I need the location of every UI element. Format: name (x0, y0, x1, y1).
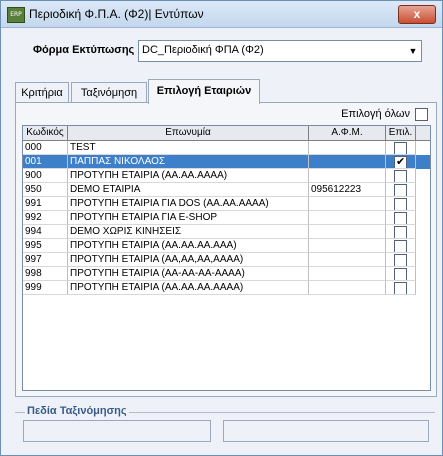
print-form-value: DC_Περιοδική ΦΠΑ (Φ2) (142, 44, 264, 56)
grid-header: Κωδικός Επωνυμία Α.Φ.Μ. Επιλ. (23, 126, 430, 141)
cell-code: 001 (23, 155, 68, 169)
row-checkbox[interactable] (394, 282, 407, 294)
cell-afm (309, 267, 386, 281)
sort-field-1[interactable] (23, 420, 211, 442)
cell-name: DEMO ΕΤΑΙΡΙΑ (68, 183, 309, 197)
row-checkbox[interactable] (394, 170, 407, 182)
cell-name: ΠΡΟΤΥΠΗ ΕΤΑΙΡΙΑ (ΑΑ.ΑΑ.ΑΑ.ΑΑΑΑ) (68, 281, 309, 295)
cell-select (386, 225, 416, 239)
cell-select (386, 239, 416, 253)
company-selection-panel: Επιλογή όλων Κωδικός Επωνυμία Α.Φ.Μ. Επι… (15, 102, 437, 397)
table-row[interactable]: 900 ΠΡΟΤΥΠΗ ΕΤΑΙΡΙΑ (ΑΑ.ΑΑ.ΑΑΑΑ) (23, 169, 430, 183)
table-row[interactable]: 995 ΠΡΟΤΥΠΗ ΕΤΑΙΡΙΑ (ΑΑ.ΑΑ.ΑΑ.ΑΑΑ) (23, 239, 430, 253)
select-all-checkbox[interactable] (415, 108, 428, 121)
cell-code: 991 (23, 197, 68, 211)
chevron-down-icon[interactable]: ▼ (405, 41, 421, 61)
cell-code: 992 (23, 211, 68, 225)
print-form-label: Φόρμα Εκτύπωσης (33, 44, 135, 56)
cell-code: 995 (23, 239, 68, 253)
table-row[interactable]: 997 ΠΡΟΤΥΠΗ ΕΤΑΙΡΙΑ (ΑΑ,ΑΑ,ΑΑ,ΑΑΑΑ) (23, 253, 430, 267)
cell-select (386, 211, 416, 225)
cell-afm: 095612223 (309, 183, 386, 197)
cell-afm (309, 169, 386, 183)
cell-afm (309, 225, 386, 239)
table-row[interactable]: 991 ΠΡΟΤΥΠΗ ΕΤΑΙΡΙΑ ΓΙΑ DOS (ΑΑ.ΑΑ.ΑΑΑΑ) (23, 197, 430, 211)
print-form-combo[interactable]: DC_Περιοδική ΦΠΑ (Φ2) ▼ (138, 40, 422, 62)
companies-grid: Κωδικός Επωνυμία Α.Φ.Μ. Επιλ. 000 TEST 001… (22, 125, 431, 391)
cell-name: ΠΡΟΤΥΠΗ ΕΤΑΙΡΙΑ ΓΙΑ E-SHOP (68, 211, 309, 225)
cell-name: ΠΑΠΠΑΣ ΝΙΚΟΛΑΟΣ (68, 155, 309, 169)
cell-code: 000 (23, 141, 68, 155)
cell-code: 997 (23, 253, 68, 267)
row-checkbox[interactable] (394, 212, 407, 224)
cell-afm (309, 253, 386, 267)
cell-name: ΠΡΟΤΥΠΗ ΕΤΑΙΡΙΑ (ΑΑ-ΑΑ-ΑΑ-ΑΑΑΑ) (68, 267, 309, 281)
close-button[interactable]: x (398, 5, 436, 24)
column-header-afm[interactable]: Α.Φ.Μ. (309, 126, 386, 140)
row-checkbox[interactable] (394, 142, 407, 154)
table-row[interactable]: 994 DEMO ΧΩΡΙΣ ΚΙΝΗΣΕΙΣ (23, 225, 430, 239)
cell-code: 950 (23, 183, 68, 197)
cell-afm (309, 211, 386, 225)
cell-name: ΠΡΟΤΥΠΗ ΕΤΑΙΡΙΑ (ΑΑ,ΑΑ,ΑΑ,ΑΑΑΑ) (68, 253, 309, 267)
table-row[interactable]: 992 ΠΡΟΤΥΠΗ ΕΤΑΙΡΙΑ ΓΙΑ E-SHOP (23, 211, 430, 225)
column-header-code[interactable]: Κωδικός (23, 126, 68, 140)
column-header-name[interactable]: Επωνυμία (68, 126, 309, 140)
cell-afm (309, 239, 386, 253)
cell-select (386, 197, 416, 211)
cell-code: 900 (23, 169, 68, 183)
tab-sorting[interactable]: Ταξινόμηση (71, 82, 147, 103)
cell-name: ΠΡΟΤΥΠΗ ΕΤΑΙΡΙΑ (ΑΑ.ΑΑ.ΑΑΑΑ) (68, 169, 309, 183)
cell-name: ΠΡΟΤΥΠΗ ΕΤΑΙΡΙΑ ΓΙΑ DOS (ΑΑ.ΑΑ.ΑΑΑΑ) (68, 197, 309, 211)
tab-criteria[interactable]: Κριτήρια (15, 82, 69, 103)
table-row[interactable]: 998 ΠΡΟΤΥΠΗ ΕΤΑΙΡΙΑ (ΑΑ-ΑΑ-ΑΑ-ΑΑΑΑ) (23, 267, 430, 281)
select-all-control[interactable]: Επιλογή όλων (341, 108, 428, 124)
window-title: Περιοδική Φ.Π.Α. (Φ2)| Εντύπων (29, 7, 204, 21)
cell-afm (309, 141, 386, 155)
cell-code: 999 (23, 281, 68, 295)
row-checkbox[interactable] (394, 184, 407, 196)
row-checkbox[interactable] (394, 155, 407, 168)
print-dialog-window: ERP Περιοδική Φ.Π.Α. (Φ2)| Εντύπων x Φόρ… (0, 0, 443, 456)
select-all-label: Επιλογή όλων (341, 108, 410, 120)
app-icon: ERP (7, 7, 25, 23)
column-header-select[interactable]: Επιλ. (386, 126, 416, 140)
cell-afm (309, 281, 386, 295)
cell-afm (309, 197, 386, 211)
cell-select (386, 253, 416, 267)
cell-select (386, 155, 416, 169)
cell-name: DEMO ΧΩΡΙΣ ΚΙΝΗΣΕΙΣ (68, 225, 309, 239)
cell-select (386, 281, 416, 295)
sort-fields-group: Πεδία Ταξινόμησης (15, 405, 435, 449)
row-checkbox[interactable] (394, 254, 407, 266)
tab-company-selection[interactable]: Επιλογή Εταιριών (148, 79, 260, 104)
cell-code: 994 (23, 225, 68, 239)
sort-field-2[interactable] (223, 420, 429, 442)
cell-select (386, 141, 416, 155)
table-row[interactable]: 000 TEST (23, 141, 430, 155)
tab-strip: Κριτήρια Ταξινόμηση Επιλογή Εταιριών (15, 79, 435, 104)
cell-code: 998 (23, 267, 68, 281)
table-row[interactable]: 999 ΠΡΟΤΥΠΗ ΕΤΑΙΡΙΑ (ΑΑ.ΑΑ.ΑΑ.ΑΑΑΑ) (23, 281, 430, 295)
row-checkbox[interactable] (394, 240, 407, 252)
table-row[interactable]: 950 DEMO ΕΤΑΙΡΙΑ 095612223 (23, 183, 430, 197)
cell-select (386, 169, 416, 183)
row-checkbox[interactable] (394, 268, 407, 280)
title-bar[interactable]: ERP Περιοδική Φ.Π.Α. (Φ2)| Εντύπων x (1, 1, 442, 28)
cell-name: ΠΡΟΤΥΠΗ ΕΤΑΙΡΙΑ (ΑΑ.ΑΑ.ΑΑ.ΑΑΑ) (68, 239, 309, 253)
cell-afm (309, 155, 386, 169)
row-checkbox[interactable] (394, 226, 407, 238)
cell-select (386, 267, 416, 281)
row-checkbox[interactable] (394, 198, 407, 210)
table-row[interactable]: 001 ΠΑΠΠΑΣ ΝΙΚΟΛΑΟΣ (23, 155, 430, 169)
cell-select (386, 183, 416, 197)
sort-fields-label: Πεδία Ταξινόμησης (25, 405, 129, 417)
cell-name: TEST (68, 141, 309, 155)
